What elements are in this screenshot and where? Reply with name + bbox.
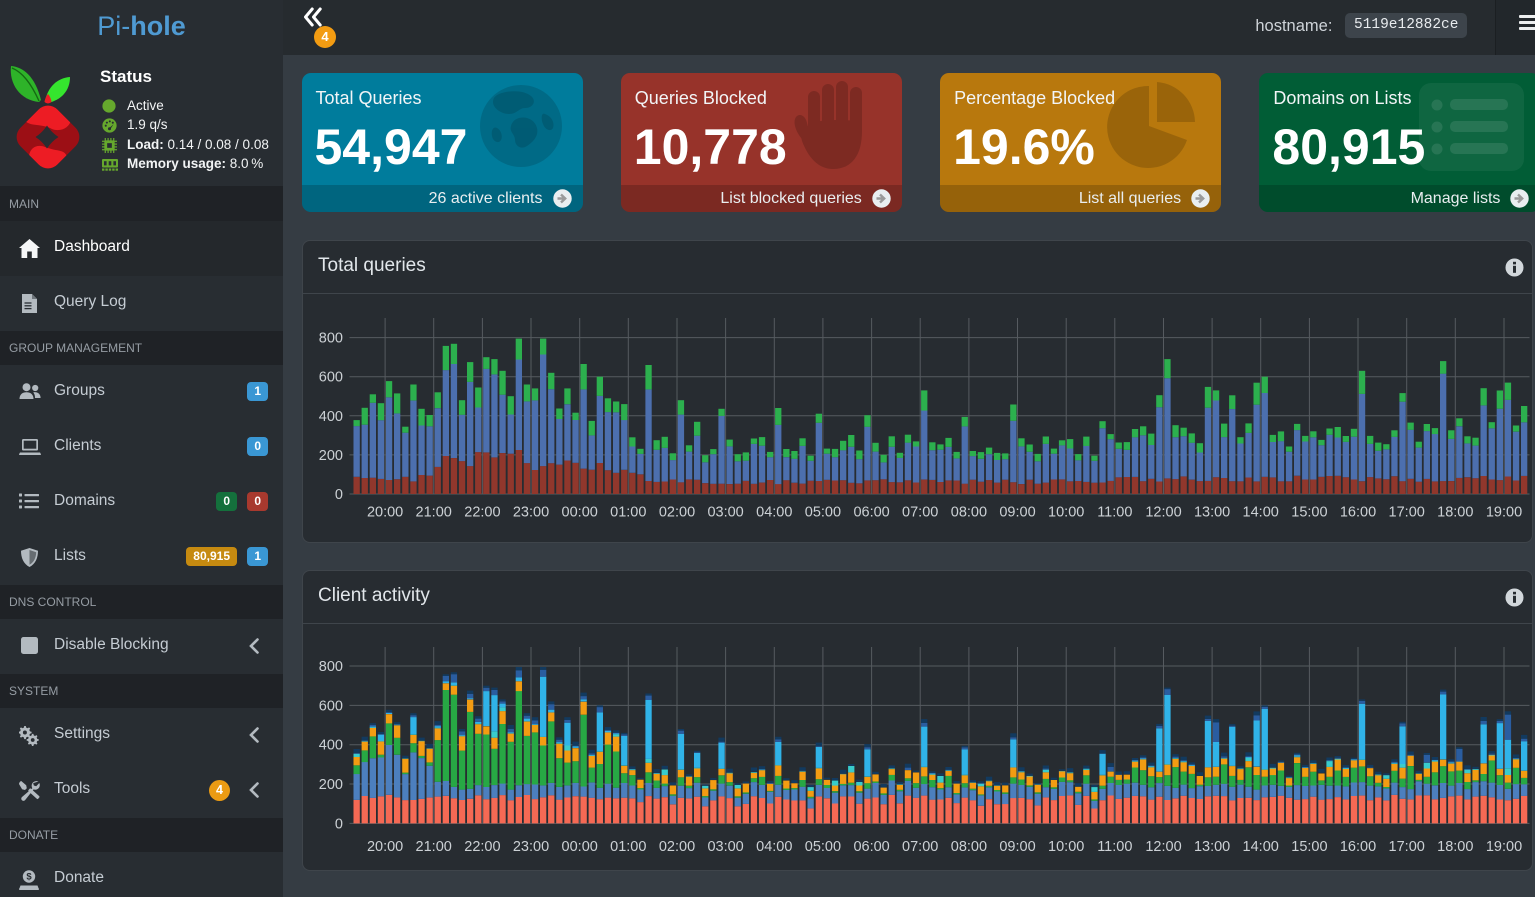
svg-text:$: $ <box>26 872 32 883</box>
